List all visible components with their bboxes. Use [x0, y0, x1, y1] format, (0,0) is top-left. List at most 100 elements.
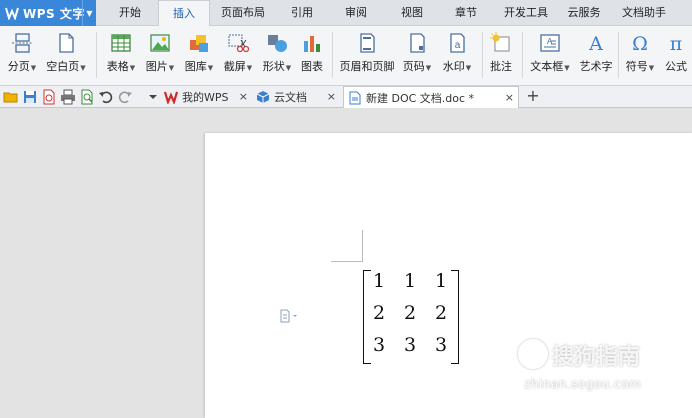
- matrix-cell: 2: [434, 302, 448, 324]
- screenshot-button[interactable]: 截屏▼: [221, 30, 255, 80]
- ribbon-separator: [332, 32, 333, 78]
- open-button[interactable]: [3, 89, 19, 105]
- doc-tab-cloud-docs[interactable]: 云文档 ×: [256, 86, 340, 108]
- doc-tab-label: 新建 DOC 文档.doc *: [366, 91, 475, 105]
- undo-button[interactable]: [98, 89, 114, 105]
- gallery-icon: [190, 35, 208, 52]
- printer-icon: [61, 89, 75, 105]
- doc-tab-new-doc[interactable]: 新建 DOC 文档.doc * ×: [343, 86, 519, 109]
- omega-icon: Ω: [632, 33, 648, 54]
- tab-section[interactable]: 章节: [446, 0, 486, 26]
- matrix-right-bracket: [451, 270, 459, 364]
- menu-bar: WPS 文字 ▼ 开始 插入 页面布局 引用 审阅 视图 章节 开发工具 云服务…: [0, 0, 692, 27]
- svg-text:a: a: [455, 40, 461, 51]
- matrix-cell: 1: [403, 270, 417, 292]
- pi-icon: π: [670, 33, 683, 54]
- doc-tab-my-wps[interactable]: 我的WPS ×: [164, 86, 252, 108]
- table-icon: [111, 34, 131, 52]
- matrix-cell: 3: [403, 334, 417, 356]
- save-button[interactable]: [22, 89, 38, 105]
- tab-cloud-service[interactable]: 云服务: [564, 0, 604, 26]
- sogou-watermark: 搜狗指南 zhinan.sogou.com: [512, 335, 690, 415]
- blank-page-button[interactable]: 空白页▼: [44, 30, 88, 80]
- quick-access-dropdown[interactable]: [145, 89, 161, 105]
- picture-icon: [150, 34, 170, 52]
- matrix-cell: 1: [372, 270, 386, 292]
- gallery-button[interactable]: 图库▼: [182, 30, 216, 80]
- scissors-icon: [228, 34, 249, 53]
- undo-icon: [99, 91, 113, 104]
- doc-tab-label: 云文档: [274, 91, 307, 104]
- wps-logo-icon: [5, 7, 19, 20]
- close-tab-icon[interactable]: ×: [505, 91, 514, 104]
- redo-icon: [118, 91, 132, 104]
- watermark-button[interactable]: a 水印▼: [438, 30, 476, 80]
- tab-view[interactable]: 视图: [392, 0, 432, 26]
- bar-chart-icon: [304, 36, 320, 52]
- print-button[interactable]: [60, 89, 76, 105]
- matrix-cell: 3: [372, 334, 386, 356]
- matrix-cell: 2: [403, 302, 417, 324]
- symbol-button[interactable]: Ω 符号▼: [622, 30, 658, 80]
- pdf-icon: [43, 89, 55, 105]
- watermark-icon: a: [450, 33, 465, 53]
- save-icon: [24, 91, 36, 103]
- close-tab-icon[interactable]: ×: [327, 90, 336, 103]
- matrix-equation[interactable]: 1 1 1 2 2 2 3 3 3: [363, 270, 459, 364]
- wordart-button[interactable]: A 艺术字: [578, 30, 614, 80]
- wordart-icon: A: [588, 33, 603, 54]
- formula-button[interactable]: π 公式: [662, 30, 690, 80]
- wps-logo-icon: [164, 91, 178, 104]
- folder-open-icon: [3, 92, 18, 103]
- new-tab-button[interactable]: +: [525, 88, 541, 106]
- matrix-cell: 3: [434, 334, 448, 356]
- document-icon: [349, 91, 361, 104]
- matrix-cell: 1: [434, 270, 448, 292]
- chart-button[interactable]: 图表: [299, 30, 325, 80]
- text-box-icon: A: [540, 34, 560, 52]
- svg-text:Ω: Ω: [632, 33, 648, 54]
- watermark-text: 搜狗指南: [552, 345, 641, 370]
- ribbon-separator: [618, 32, 619, 78]
- tab-home[interactable]: 开始: [108, 0, 152, 26]
- tab-page-layout[interactable]: 页面布局: [214, 0, 272, 26]
- page-break-button[interactable]: 分页▼: [6, 30, 38, 80]
- matrix-cell: 2: [372, 302, 386, 324]
- sogou-logo-icon: [518, 339, 548, 369]
- ribbon-separator: [96, 32, 97, 78]
- close-tab-icon[interactable]: ×: [239, 90, 248, 103]
- doc-tab-label: 我的WPS: [182, 91, 229, 104]
- comment-icon: [490, 32, 510, 52]
- picture-button[interactable]: 图片▼: [143, 30, 177, 80]
- shapes-icon: [268, 35, 287, 52]
- redo-button[interactable]: [117, 89, 133, 105]
- tab-review[interactable]: 审阅: [336, 0, 376, 26]
- page-break-icon: [12, 33, 32, 53]
- document-tab-bar: 我的WPS × 云文档 × 新建 DOC 文档.doc * × +: [0, 86, 692, 109]
- page-number-button[interactable]: 页码▼: [400, 30, 434, 80]
- header-footer-button[interactable]: 页眉和页脚: [338, 30, 396, 80]
- blank-page-icon: [59, 33, 74, 53]
- shapes-button[interactable]: 形状▼: [260, 30, 294, 80]
- tab-developer[interactable]: 开发工具: [500, 0, 552, 26]
- app-menu-button[interactable]: WPS 文字 ▼: [0, 0, 96, 26]
- cloud-cube-icon: [256, 91, 270, 103]
- page-number-icon: [410, 33, 425, 53]
- header-footer-icon: [360, 33, 375, 53]
- tab-doc-assistant[interactable]: 文档助手: [618, 0, 670, 26]
- app-name: WPS 文字: [23, 6, 85, 21]
- paste-options-icon[interactable]: [279, 309, 299, 323]
- page-margin-marker: [331, 230, 363, 262]
- app-menu-dropdown-icon[interactable]: ▼: [82, 0, 96, 26]
- comment-button[interactable]: 批注: [488, 30, 514, 80]
- svg-text:A: A: [588, 33, 603, 54]
- ribbon-separator: [522, 32, 523, 78]
- export-pdf-button[interactable]: [41, 89, 57, 105]
- print-preview-button[interactable]: [79, 89, 95, 105]
- table-button[interactable]: 表格▼: [104, 30, 138, 80]
- text-box-button[interactable]: A 文本框▼: [528, 30, 572, 80]
- tab-insert[interactable]: 插入: [158, 0, 210, 27]
- svg-text:π: π: [670, 33, 683, 54]
- ribbon-separator: [482, 32, 483, 78]
- tab-references[interactable]: 引用: [282, 0, 322, 26]
